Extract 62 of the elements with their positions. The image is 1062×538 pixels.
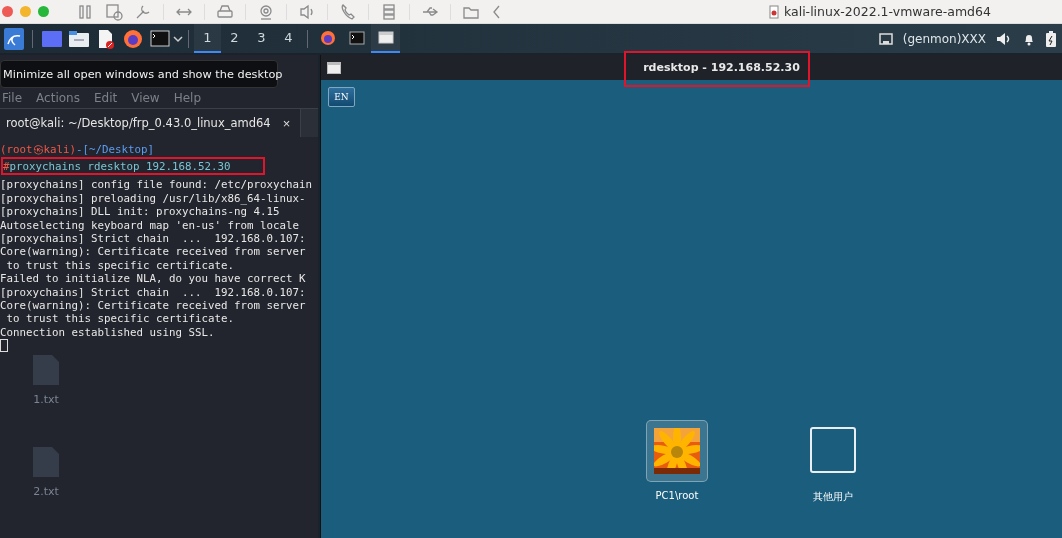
- drive-icon[interactable]: [216, 2, 234, 21]
- prompt-sign: #: [3, 159, 10, 174]
- window-title: rdesktop - 192.168.52.30: [642, 61, 801, 74]
- document-icon[interactable]: [96, 28, 115, 49]
- window-icon: [377, 31, 394, 44]
- terminal-line: [proxychains] DLL init: proxychains-ng 4.15: [0, 205, 281, 219]
- menu-item[interactable]: View: [131, 91, 160, 106]
- desktop-icon[interactable]: [41, 30, 62, 47]
- cursor-icon: [0, 339, 8, 353]
- workspace-tab[interactable]: 4: [275, 24, 302, 53]
- tab-close-button[interactable]: ×: [282, 115, 291, 131]
- firefox-icon: [319, 29, 336, 46]
- file-name[interactable]: 1.txt: [33, 393, 59, 406]
- terminal-tab[interactable]: root@kali: ~/Desktop/frp_0.43.0_linux_amd64 ×: [0, 109, 302, 137]
- prompt-user: (root㉿kali): [0, 143, 76, 156]
- terminal-line: Core(warning): Certificate received from server: [0, 245, 307, 259]
- window-icon: [327, 61, 341, 74]
- terminal-line: [proxychains] Strict chain ... 192.168.0.107:: [0, 231, 307, 246]
- storage-icon[interactable]: [380, 2, 398, 21]
- terminal-line: to trust this specific certificate.: [5, 312, 235, 326]
- terminal-line: Autoselecting keyboard map 'en-us' from locale: [0, 218, 300, 232]
- command-text: proxychains rdesktop 192.168.52.30: [9, 159, 231, 174]
- document-icon: [769, 4, 779, 19]
- file-name[interactable]: 2.txt: [33, 485, 59, 498]
- battery-icon[interactable]: [1046, 30, 1056, 47]
- terminal-line: Core(warning): Certificate received from server: [0, 298, 307, 313]
- firefox-icon[interactable]: [122, 28, 143, 49]
- phone-icon[interactable]: [339, 2, 357, 21]
- menu-item[interactable]: Actions: [36, 91, 80, 106]
- speaker-icon[interactable]: [996, 31, 1012, 46]
- pause-icon[interactable]: [76, 2, 94, 21]
- workspace-tab[interactable]: 3: [248, 24, 275, 53]
- chevron-icon[interactable]: [173, 34, 183, 43]
- prompt-directory: -[~/Desktop]: [76, 143, 155, 156]
- workspace-tab[interactable]: 2: [221, 24, 248, 53]
- terminal-line: to trust this specific certificate.: [5, 258, 235, 273]
- kali-logo-icon[interactable]: [3, 27, 24, 50]
- language-button[interactable]: EN: [328, 87, 355, 107]
- maximize-button[interactable]: [38, 6, 49, 17]
- menu-item[interactable]: Help: [173, 91, 202, 106]
- task-button[interactable]: [371, 24, 400, 53]
- close-button[interactable]: [2, 6, 13, 17]
- menu-item[interactable]: Edit: [93, 91, 118, 106]
- camera-icon[interactable]: [257, 2, 275, 21]
- snapshot-icon[interactable]: [105, 2, 123, 21]
- terminal-icon: [348, 30, 365, 45]
- terminal-line: Connection established using SSL.: [0, 325, 216, 340]
- minimize-button[interactable]: [20, 6, 31, 17]
- user-tile[interactable]: [810, 427, 856, 473]
- menu-item[interactable]: File: [2, 91, 23, 106]
- terminal-icon[interactable]: [149, 30, 170, 47]
- network-icon[interactable]: [878, 32, 893, 45]
- user-name[interactable]: PC1\root: [655, 490, 699, 501]
- terminal-line: [proxychains] config file found: /etc/proxychain: [0, 178, 313, 192]
- genmon-label: (genmon)XXX: [902, 31, 986, 46]
- terminal-line: [proxychains] preloading /usr/lib/x86_64-linux-: [0, 191, 307, 206]
- window-title: kali-linux-2022.1-vmware-amd64: [784, 4, 991, 19]
- terminal-line: [proxychains] Strict chain ... 192.168.0.107:: [0, 285, 307, 299]
- terminal-line: Failed to initialize NLA, do you have correct K: [0, 272, 307, 286]
- workspace-tab[interactable]: 1: [194, 24, 221, 53]
- folder-icon[interactable]: [68, 30, 89, 47]
- user-name[interactable]: 其他用户: [813, 490, 853, 504]
